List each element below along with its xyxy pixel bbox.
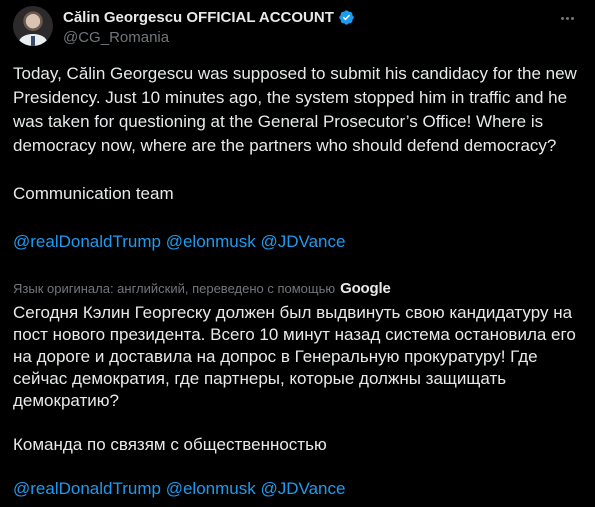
more-horizontal-icon[interactable]	[553, 8, 581, 28]
mention-link[interactable]: @realDonaldTrump	[13, 232, 161, 251]
author-display-name[interactable]: Călin Georgescu OFFICIAL ACCOUNT	[63, 9, 334, 26]
translated-text: Сегодня Кэлин Георгеску должен был выдви…	[13, 302, 588, 500]
author-handle[interactable]: @CG_Romania	[63, 29, 169, 46]
tweet-paragraph: Today, Călin Georgescu was supposed to s…	[13, 64, 582, 155]
mention-link[interactable]: @realDonaldTrump	[13, 479, 161, 498]
translation-note: Язык оригинала: английский, переведено с…	[13, 280, 391, 297]
author-name-row: Călin Georgescu OFFICIAL ACCOUNT	[63, 9, 355, 26]
avatar[interactable]	[13, 6, 53, 46]
verified-badge-icon	[339, 10, 354, 25]
mention-link[interactable]: @elonmusk	[166, 479, 256, 498]
translated-mentions: @realDonaldTrump @elonmusk @JDVance	[13, 478, 588, 500]
translated-paragraph: Команда по связям с общественностью	[13, 435, 327, 454]
tweet-paragraph: Communication team	[13, 184, 174, 203]
translated-paragraph: Сегодня Кэлин Георгеску должен был выдви…	[13, 303, 581, 410]
google-logo: Google	[340, 280, 391, 297]
mention-link[interactable]: @JDVance	[260, 232, 345, 251]
tweet-mentions: @realDonaldTrump @elonmusk @JDVance	[13, 230, 583, 254]
tweet-text: Today, Călin Georgescu was supposed to s…	[13, 62, 583, 254]
mention-link[interactable]: @elonmusk	[166, 232, 256, 251]
mention-link[interactable]: @JDVance	[260, 479, 345, 498]
translation-note-text: Язык оригинала: английский, переведено с…	[13, 281, 336, 296]
tweet-header: Călin Georgescu OFFICIAL ACCOUNT @CG_Rom…	[13, 6, 583, 50]
